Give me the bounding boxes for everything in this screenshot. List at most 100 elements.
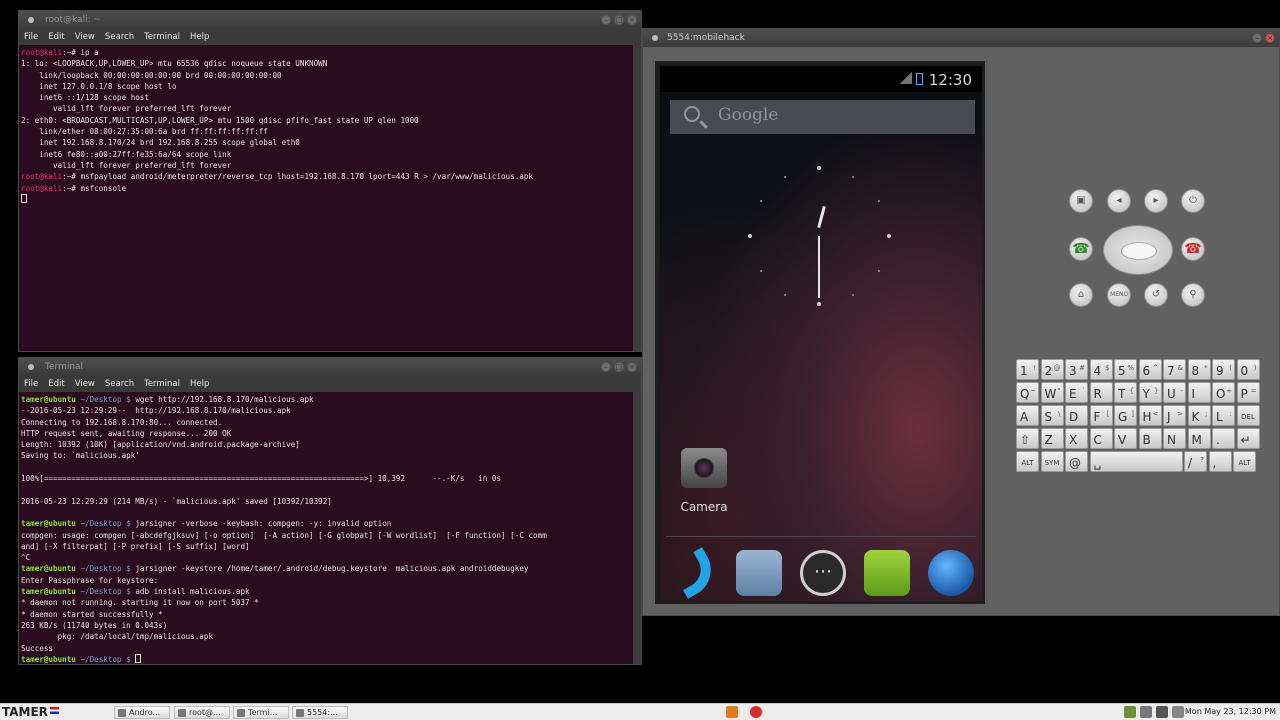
- browser-icon[interactable]: [928, 550, 974, 596]
- keyboard-key[interactable]: C: [1089, 428, 1113, 449]
- keyboard-key[interactable]: R: [1089, 382, 1113, 403]
- maximize-button[interactable]: □: [614, 362, 624, 372]
- keyboard-key[interactable]: DEL: [1236, 405, 1260, 426]
- task-button-android[interactable]: Andro...: [114, 706, 170, 719]
- menu-search[interactable]: Search: [105, 29, 134, 45]
- close-button[interactable]: ×: [1265, 33, 1275, 43]
- messaging-icon[interactable]: [864, 550, 910, 596]
- dpad[interactable]: [1103, 225, 1173, 275]
- menu-edit[interactable]: Edit: [48, 376, 64, 392]
- tray-battery-icon[interactable]: [1172, 706, 1184, 718]
- keyboard-key[interactable]: F[: [1089, 405, 1113, 426]
- keyboard-key[interactable]: T{: [1114, 382, 1137, 403]
- keyboard-key[interactable]: 8 *: [1187, 359, 1211, 380]
- android-emulator-window[interactable]: 5554:mobilehack – × 12:30 Google Camera …: [642, 28, 1280, 616]
- back-button[interactable]: ↺: [1144, 283, 1168, 307]
- keyboard-key[interactable]: I: [1187, 382, 1211, 403]
- kali-titlebar[interactable]: root@kali: ~ – □ ×: [19, 11, 641, 29]
- app-drawer-icon[interactable]: ⋯: [800, 550, 846, 596]
- keyboard-key[interactable]: SYM: [1040, 451, 1064, 472]
- ubuntu-titlebar[interactable]: Terminal – □ ×: [19, 358, 641, 376]
- keyboard-key[interactable]: ⇧: [1016, 428, 1039, 449]
- menu-view[interactable]: View: [75, 376, 95, 392]
- minimize-button[interactable]: –: [601, 15, 611, 25]
- contacts-icon[interactable]: [736, 550, 782, 596]
- keyboard-key[interactable]: 6 ^: [1138, 359, 1162, 380]
- keyboard-key[interactable]: Z: [1040, 428, 1064, 449]
- task-button-emulator[interactable]: 5554:...: [292, 706, 348, 719]
- task-button-root[interactable]: root@...: [174, 706, 230, 719]
- keyboard-key[interactable]: ↵: [1236, 428, 1260, 449]
- keyboard-key[interactable]: N: [1163, 428, 1186, 449]
- menu-file[interactable]: File: [24, 376, 38, 392]
- keyboard-key[interactable]: Y}: [1138, 382, 1162, 403]
- keyboard-key[interactable]: K;: [1187, 405, 1211, 426]
- menu-search[interactable]: Search: [105, 376, 134, 392]
- menu-button[interactable]: MENU: [1107, 283, 1131, 307]
- keyboard-key[interactable]: ␣: [1089, 451, 1183, 472]
- keyboard-key[interactable]: 4 $: [1089, 359, 1113, 380]
- keyboard-key[interactable]: M: [1187, 428, 1211, 449]
- tray-power-icon[interactable]: [750, 706, 762, 718]
- keyboard-key[interactable]: ALT: [1233, 451, 1256, 472]
- tray-volume-icon[interactable]: [1156, 706, 1168, 718]
- volume-down-button[interactable]: ◂: [1107, 189, 1131, 213]
- tray-firefox-icon[interactable]: [726, 706, 738, 718]
- emulator-titlebar[interactable]: 5554:mobilehack – ×: [643, 29, 1279, 47]
- keyboard-key[interactable]: G]: [1114, 405, 1137, 426]
- keyboard-key[interactable]: H <: [1138, 405, 1162, 426]
- kali-terminal-output[interactable]: root@kali:~# ip a 1: lo: <LOOPBACK,UP,LOW…: [19, 45, 633, 351]
- keyboard-key[interactable]: 3 #: [1065, 359, 1088, 380]
- phone-icon[interactable]: [669, 547, 721, 599]
- keyboard-key[interactable]: Q ~: [1016, 382, 1039, 403]
- keyboard-key[interactable]: 7 &: [1163, 359, 1186, 380]
- kali-scrollbar[interactable]: [633, 45, 641, 351]
- keyboard-key[interactable]: 1!: [1016, 359, 1039, 380]
- google-search-bar[interactable]: Google: [670, 100, 975, 134]
- minimize-button[interactable]: –: [601, 362, 611, 372]
- menu-file[interactable]: File: [24, 29, 38, 45]
- keyboard-key[interactable]: A: [1016, 405, 1039, 426]
- dpad-center-button[interactable]: [1121, 242, 1157, 260]
- end-call-button[interactable]: ☎: [1181, 237, 1205, 261]
- keyboard-key[interactable]: 2 @: [1040, 359, 1064, 380]
- ubuntu-scrollbar[interactable]: [633, 392, 641, 664]
- volume-up-button[interactable]: ▸: [1144, 189, 1168, 213]
- minimize-button[interactable]: –: [1252, 33, 1262, 43]
- close-button[interactable]: ×: [627, 362, 637, 372]
- keyboard-key[interactable]: O +: [1212, 382, 1235, 403]
- keyboard-key[interactable]: X: [1065, 428, 1088, 449]
- keyboard-key[interactable]: /?: [1184, 451, 1207, 472]
- menu-view[interactable]: View: [75, 29, 95, 45]
- tray-network-icon[interactable]: [1140, 706, 1152, 718]
- keyboard-key[interactable]: E ´: [1065, 382, 1088, 403]
- power-button[interactable]: ⏻: [1181, 189, 1205, 213]
- call-button[interactable]: ☎: [1069, 237, 1093, 261]
- close-button[interactable]: ×: [627, 15, 637, 25]
- tray-check-icon[interactable]: [1124, 706, 1136, 718]
- keyboard-key[interactable]: 0): [1236, 359, 1260, 380]
- start-logo[interactable]: TAMER: [2, 705, 59, 719]
- menu-edit[interactable]: Edit: [48, 29, 64, 45]
- keyboard-key[interactable]: 9(: [1212, 359, 1235, 380]
- keyboard-key[interactable]: B: [1138, 428, 1162, 449]
- menu-terminal[interactable]: Terminal: [144, 29, 180, 45]
- keyboard-key[interactable]: W ": [1040, 382, 1064, 403]
- keyboard-key[interactable]: @: [1065, 451, 1088, 472]
- keyboard-key[interactable]: ALT: [1016, 451, 1039, 472]
- task-button-terminal[interactable]: Termi...: [233, 706, 289, 719]
- home-button[interactable]: ⌂: [1069, 283, 1093, 307]
- menu-help[interactable]: Help: [190, 29, 209, 45]
- keyboard-key[interactable]: P =: [1236, 382, 1260, 403]
- keyboard-key[interactable]: S \: [1040, 405, 1064, 426]
- keyboard-key[interactable]: V: [1114, 428, 1137, 449]
- menu-terminal[interactable]: Terminal: [144, 376, 180, 392]
- keyboard-key[interactable]: D: [1065, 405, 1088, 426]
- ubuntu-terminal-output[interactable]: tamer@ubuntu ~/Desktop $ wget http://192…: [19, 392, 633, 664]
- ubuntu-terminal-window[interactable]: Terminal – □ × File Edit View Search Ter…: [18, 357, 642, 665]
- keyboard-key[interactable]: ,: [1208, 451, 1232, 472]
- kali-terminal-window[interactable]: root@kali: ~ – □ × File Edit View Search…: [18, 10, 642, 352]
- menu-help[interactable]: Help: [190, 376, 209, 392]
- keyboard-key[interactable]: L:: [1212, 405, 1235, 426]
- keyboard-key[interactable]: U-: [1163, 382, 1186, 403]
